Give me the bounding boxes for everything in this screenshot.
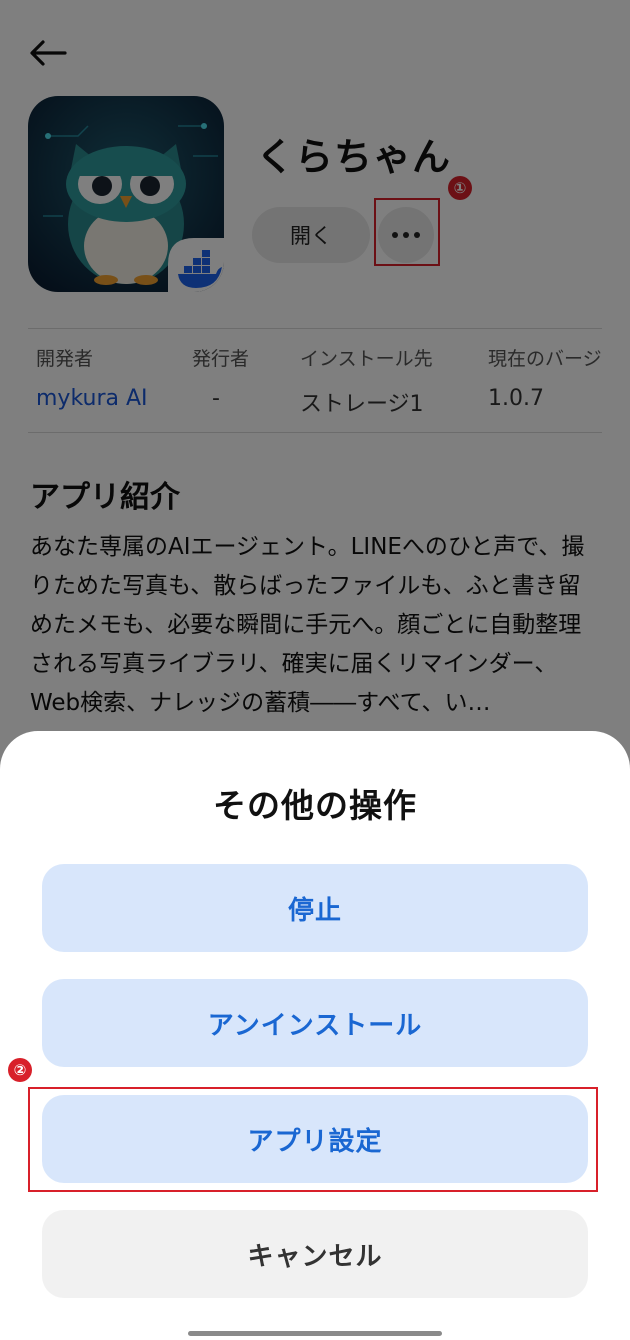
bottom-sheet: その他の操作 停止 アンインストール アプリ設定 キャンセル ②: [0, 731, 630, 1340]
cancel-button[interactable]: キャンセル: [42, 1210, 588, 1298]
uninstall-button[interactable]: アンインストール: [42, 979, 588, 1067]
stop-button[interactable]: 停止: [42, 864, 588, 952]
annotation-box-2: [28, 1087, 598, 1192]
annotation-marker-2: ②: [8, 1058, 32, 1082]
home-indicator: [188, 1331, 442, 1336]
sheet-title: その他の操作: [213, 786, 417, 825]
